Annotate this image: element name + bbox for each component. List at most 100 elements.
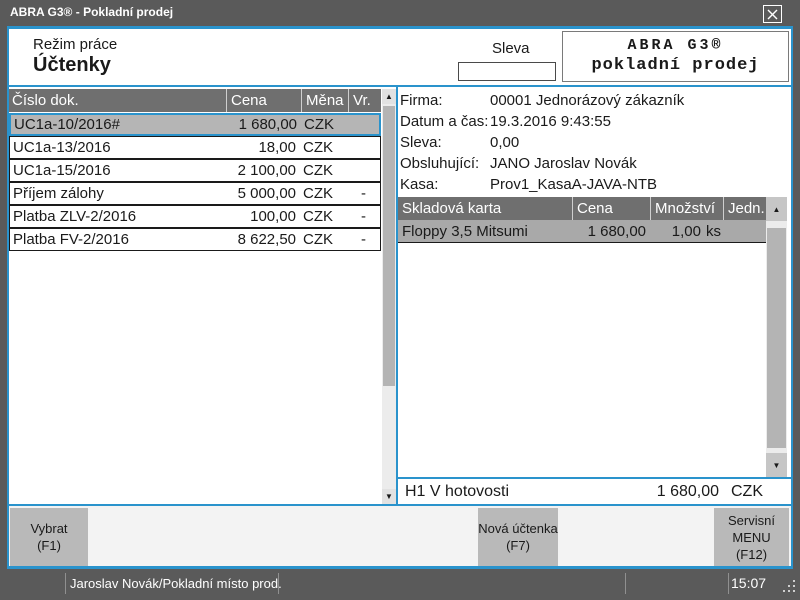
doc-number: Platba FV-2/2016: [10, 231, 225, 248]
item-unit: ks: [706, 223, 721, 240]
info-label: Sleva:: [400, 134, 490, 151]
doc-price: 1 680,00: [226, 116, 301, 133]
button-hotkey: (F12): [736, 546, 767, 563]
table-row-selected[interactable]: UC1a-10/2016# 1 680,00 CZK: [9, 113, 381, 136]
doc-currency: CZK: [300, 208, 347, 225]
statusbar-separator: [728, 573, 729, 594]
info-row: Kasa: Prov1_KasaA-JAVA-NTB: [400, 174, 780, 195]
doc-number: UC1a-15/2016: [10, 162, 225, 179]
table-row[interactable]: Příjem zálohy 5 000,00 CZK -: [9, 182, 381, 205]
header-divider: [9, 85, 791, 87]
payment-method-label: H1 V hotovosti: [398, 483, 509, 501]
table-row[interactable]: Platba ZLV-2/2016 100,00 CZK -: [9, 205, 381, 228]
work-mode-value: Účtenky: [33, 54, 111, 77]
discount-input[interactable]: [458, 62, 556, 81]
col-item-price: Cena: [572, 197, 650, 220]
items-table-header: Skladová karta Cena Množství Jedn.: [398, 197, 766, 220]
total-currency: CZK: [731, 483, 763, 501]
info-value: 00001 Jednorázový zákazník: [490, 92, 684, 109]
panel-divider: [396, 87, 398, 504]
close-icon: [767, 9, 778, 20]
doc-number: Příjem zálohy: [10, 185, 225, 202]
col-doc-number: Číslo dok.: [9, 89, 226, 112]
col-unit: Jedn.: [723, 197, 766, 220]
close-button[interactable]: [763, 5, 782, 23]
content-frame: Režim práce Účtenky Sleva ABRA G3® pokla…: [7, 26, 793, 569]
button-label: Servisní: [728, 512, 775, 529]
info-label: Datum a čas:: [400, 113, 490, 130]
logo-line2: pokladní prodej: [563, 56, 788, 75]
doc-vr: -: [347, 231, 380, 248]
info-value: JANO Jaroslav Novák: [490, 155, 637, 172]
doc-currency: CZK: [300, 231, 347, 248]
info-label: Firma:: [400, 92, 490, 109]
scroll-up-icon[interactable]: ▲: [766, 197, 787, 221]
logo-line1: ABRA G3®: [563, 37, 788, 54]
info-row: Sleva: 0,00: [400, 132, 780, 153]
button-label: Vybrat: [30, 520, 67, 537]
doc-currency: CZK: [300, 185, 347, 202]
statusbar-user: Jaroslav Novák/Pokladní místo prod.: [70, 576, 282, 591]
col-quantity: Množství: [650, 197, 723, 220]
statusbar-separator: [625, 573, 626, 594]
scroll-down-icon[interactable]: ▼: [766, 453, 787, 477]
abra-logo: ABRA G3® pokladní prodej: [562, 31, 789, 82]
button-hotkey: (F1): [37, 537, 61, 554]
doc-price: 18,00: [225, 139, 300, 156]
item-row-selected[interactable]: Floppy 3,5 Mitsumi 1 680,00 1,00 ks: [398, 220, 766, 243]
col-vr: Vr.: [348, 89, 381, 112]
scrollbar-thumb[interactable]: [383, 106, 395, 386]
documents-table-header: Číslo dok. Cena Měna Vr.: [9, 89, 381, 112]
select-button[interactable]: Vybrat (F1): [10, 508, 88, 566]
doc-currency: CZK: [300, 139, 347, 156]
button-label: Nová účtenka: [478, 520, 558, 537]
discount-label: Sleva: [492, 40, 530, 57]
total-row: H1 V hotovosti 1 680,00 CZK: [398, 479, 791, 504]
documents-scrollbar[interactable]: ▲ ▼: [382, 89, 396, 504]
resize-grip-icon[interactable]: [793, 590, 795, 592]
item-price: 1 680,00: [572, 223, 650, 240]
documents-table: UC1a-10/2016# 1 680,00 CZK UC1a-13/2016 …: [9, 113, 381, 251]
statusbar-separator: [278, 573, 279, 594]
item-qty: 1,00: [672, 223, 701, 240]
window-title: ABRA G3® - Pokladní prodej: [10, 5, 173, 19]
doc-currency: CZK: [300, 162, 347, 179]
scroll-down-icon[interactable]: ▼: [382, 489, 396, 504]
items-scrollbar[interactable]: ▲ ▼: [766, 197, 787, 477]
doc-number: UC1a-13/2016: [10, 139, 225, 156]
status-bar: Jaroslav Novák/Pokladní místo prod. 15:0…: [0, 569, 800, 600]
doc-price: 5 000,00: [225, 185, 300, 202]
table-row[interactable]: UC1a-15/2016 2 100,00 CZK: [9, 159, 381, 182]
info-row: Datum a čas: 19.3.2016 9:43:55: [400, 111, 780, 132]
doc-price: 8 622,50: [225, 231, 300, 248]
info-label: Obsluhující:: [400, 155, 490, 172]
receipt-info: Firma: 00001 Jednorázový zákazník Datum …: [400, 90, 780, 195]
doc-price: 100,00: [225, 208, 300, 225]
doc-vr: -: [347, 185, 380, 202]
scroll-up-icon[interactable]: ▲: [382, 89, 396, 104]
total-amount: 1 680,00: [657, 483, 719, 501]
scrollbar-thumb[interactable]: [767, 228, 786, 448]
doc-number: Platba ZLV-2/2016: [10, 208, 225, 225]
col-currency: Měna: [301, 89, 348, 112]
service-menu-button[interactable]: Servisní MENU (F12): [714, 508, 789, 566]
statusbar-clock: 15:07: [731, 575, 766, 591]
item-name: Floppy 3,5 Mitsumi: [398, 223, 572, 240]
col-price: Cena: [226, 89, 301, 112]
doc-currency: CZK: [301, 116, 348, 133]
doc-vr: -: [347, 208, 380, 225]
info-value: 19.3.2016 9:43:55: [490, 113, 611, 130]
table-row[interactable]: Platba FV-2/2016 8 622,50 CZK -: [9, 228, 381, 251]
col-stock-card: Skladová karta: [398, 197, 572, 220]
table-row[interactable]: UC1a-13/2016 18,00 CZK: [9, 136, 381, 159]
button-label: MENU: [732, 529, 770, 546]
info-row: Firma: 00001 Jednorázový zákazník: [400, 90, 780, 111]
work-mode-label: Režim práce: [33, 36, 117, 53]
statusbar-separator: [65, 573, 66, 594]
info-row: Obsluhující: JANO Jaroslav Novák: [400, 153, 780, 174]
title-bar: ABRA G3® - Pokladní prodej: [0, 0, 800, 26]
info-label: Kasa:: [400, 176, 490, 193]
app-window: ABRA G3® - Pokladní prodej Režim práce Ú…: [0, 0, 800, 600]
new-receipt-button[interactable]: Nová účtenka (F7): [478, 508, 558, 566]
item-qty-cell: 1,00 ks: [650, 223, 723, 240]
